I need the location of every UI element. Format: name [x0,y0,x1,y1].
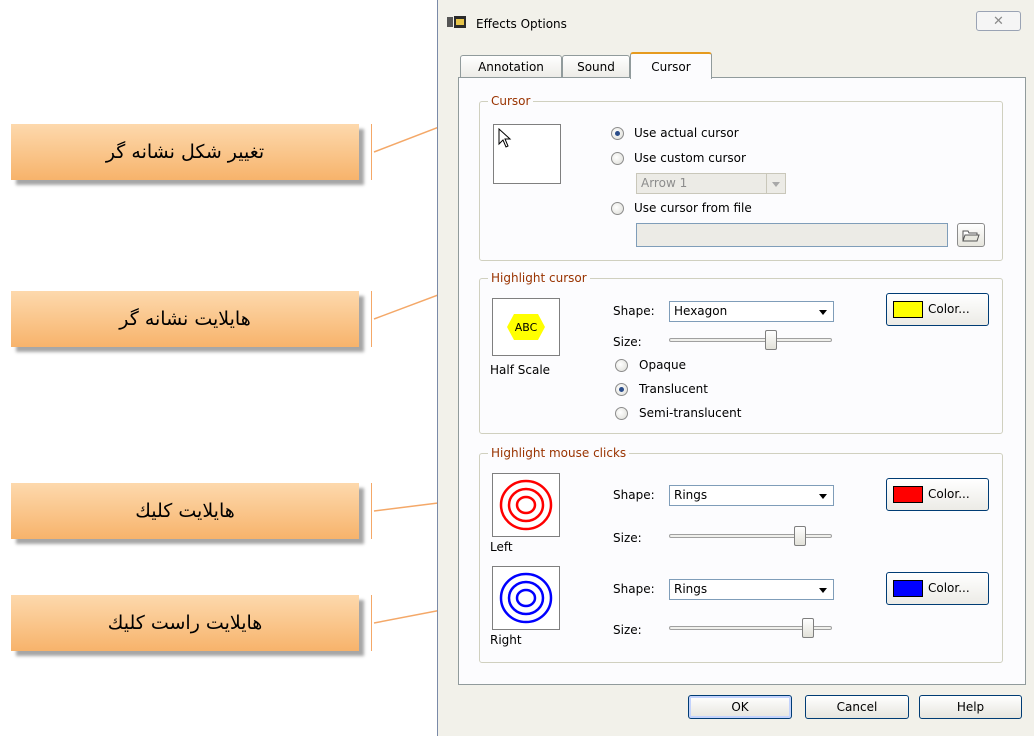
custom-cursor-select-value: Arrow 1 [641,176,688,190]
highlight-size-slider-track[interactable] [669,338,832,342]
right-click-shape-select[interactable]: Rings [669,579,834,600]
chevron-down-icon [819,494,827,499]
right-click-preview [492,566,560,630]
highlight-clicks-group-title: Highlight mouse clicks [488,446,630,460]
close-button[interactable]: ✕ [976,11,1021,31]
highlight-color-button[interactable]: Color... [886,293,989,326]
arrow-cursor-icon [498,128,512,148]
use-cursor-from-file-label: Use cursor from file [634,201,752,215]
tab-annotation[interactable]: Annotation [460,55,562,78]
left-size-label: Size: [613,531,642,545]
cursor-tab-panel: Cursor Use actual cursor Use custom curs… [458,77,1026,685]
cursor-preview [493,124,561,184]
tab-sound[interactable]: Sound [562,55,630,78]
left-shape-label: Shape: [613,488,655,502]
preview-abc-text: ABC [515,321,538,334]
opaque-label: Opaque [639,358,687,372]
color-swatch [893,580,923,597]
use-custom-cursor-radio[interactable] [611,152,624,165]
tab-sound-label: Sound [577,60,615,74]
left-click-color-button[interactable]: Color... [886,478,989,511]
red-rings-icon [499,479,553,531]
highlight-cursor-group-title: Highlight cursor [488,271,590,285]
highlight-size-slider-thumb[interactable] [765,330,777,350]
right-click-shape-value: Rings [674,582,708,596]
highlight-cursor-preview: ABC [492,298,560,356]
ok-button[interactable]: OK [688,695,792,719]
left-click-preview [492,473,560,537]
highlight-mouse-clicks-group: Highlight mouse clicks Left Shape: Rings… [479,446,1003,663]
left-click-shape-value: Rings [674,488,708,502]
help-button[interactable]: Help [919,695,1022,719]
title-bar[interactable]: Effects Options ✕ [438,0,1034,44]
cursor-file-path-input[interactable] [636,223,948,247]
blue-rings-icon [499,572,553,624]
help-button-label: Help [956,700,985,714]
ok-button-label: OK [731,700,749,714]
open-folder-icon [962,230,980,242]
browse-file-button[interactable] [957,223,985,247]
cursor-group-title: Cursor [488,94,534,108]
highlight-shape-select[interactable]: Hexagon [669,301,834,322]
left-click-size-slider-track[interactable] [669,534,832,538]
use-actual-cursor-radio[interactable] [611,127,624,140]
chevron-down-icon [819,588,827,593]
tab-annotation-label: Annotation [478,60,544,74]
semi-translucent-radio[interactable] [615,407,628,420]
preview-scale-caption: Half Scale [490,363,551,377]
semi-translucent-label: Semi-translucent [639,406,742,420]
opaque-radio[interactable] [615,359,628,372]
use-cursor-from-file-radio[interactable] [611,202,624,215]
highlight-shape-value: Hexagon [674,304,728,318]
tab-cursor-label: Cursor [651,59,691,74]
left-click-shape-select[interactable]: Rings [669,485,834,506]
use-actual-cursor-label: Use actual cursor [634,126,739,140]
cancel-button-label: Cancel [836,700,878,714]
right-shape-label: Shape: [613,582,655,596]
color-swatch [893,486,923,503]
color-swatch [893,301,923,318]
use-custom-cursor-label: Use custom cursor [634,151,746,165]
left-click-caption: Left [490,540,513,554]
shape-label: Shape: [613,304,655,318]
right-click-color-button[interactable]: Color... [886,572,989,605]
window-title: Effects Options [476,17,567,31]
right-click-size-slider-thumb[interactable] [802,618,814,638]
hexagon-highlight-icon: ABC [507,314,545,340]
color-button-label: Color... [928,487,970,501]
cancel-button[interactable]: Cancel [805,695,909,719]
right-click-caption: Right [490,633,522,647]
color-button-label: Color... [928,302,970,316]
cursor-group: Cursor Use actual cursor Use custom curs… [479,94,1003,261]
translucent-radio[interactable] [615,383,628,396]
chevron-down-icon [819,310,827,315]
tab-cursor[interactable]: Cursor [630,52,712,79]
translucent-label: Translucent [639,382,708,396]
right-size-label: Size: [613,623,642,637]
close-icon: ✕ [993,13,1004,29]
color-button-label: Color... [928,581,970,595]
camera-icon [447,16,466,28]
chevron-down-icon [766,174,785,193]
effects-options-dialog: Effects Options ✕ Annotation Sound Curso… [437,0,1034,736]
size-label: Size: [613,335,642,349]
highlight-cursor-group: Highlight cursor ABC Half Scale Shape: H… [479,271,1003,434]
custom-cursor-select[interactable]: Arrow 1 [636,173,786,194]
left-click-size-slider-thumb[interactable] [794,526,806,546]
